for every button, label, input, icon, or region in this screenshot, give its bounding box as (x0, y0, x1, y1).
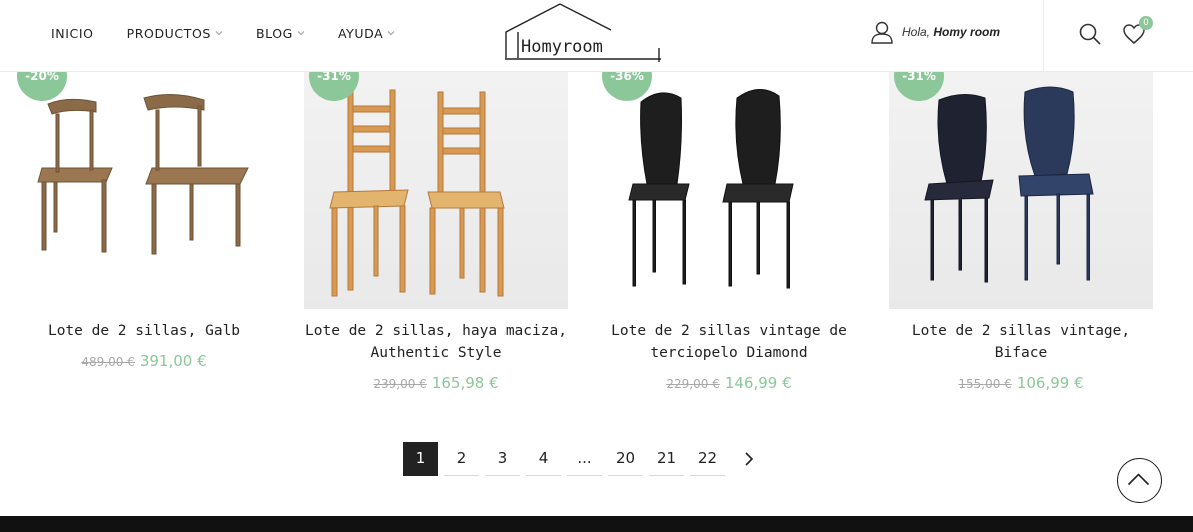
page-link[interactable]: 4 (526, 442, 561, 476)
nav-item-ayuda[interactable]: AYUDA (338, 26, 395, 41)
biface-chairs-image (924, 86, 1094, 283)
product-image[interactable] (12, 72, 276, 309)
product-image[interactable] (889, 72, 1153, 309)
product-image[interactable] (304, 72, 568, 309)
nav-label: BLOG (255, 25, 293, 41)
chevron-down-icon (387, 31, 395, 36)
page-link[interactable]: 21 (649, 442, 684, 476)
next-page-button[interactable] (731, 442, 766, 476)
old-price: 489,00 € (81, 355, 135, 369)
product-name[interactable]: Lote de 2 sillas vintage, Biface (889, 320, 1153, 364)
page-link[interactable]: 2 (444, 442, 479, 476)
site-header: INICIO PRODUCTOS BLOG AYUDA Homyroom Hol… (0, 0, 1193, 72)
sale-price: 106,99 € (1016, 374, 1084, 392)
scroll-to-top-button[interactable] (1117, 458, 1162, 503)
product-name[interactable]: Lote de 2 sillas vintage de terciopelo D… (597, 320, 861, 364)
search-icon[interactable] (1078, 22, 1102, 46)
old-price: 239,00 € (373, 377, 427, 391)
logo-text: Homyroom (521, 37, 603, 57)
chevron-up-icon (1127, 473, 1150, 486)
greeting-name: Homy room (933, 25, 1001, 39)
nav-item-productos[interactable]: PRODUCTOS (127, 26, 223, 41)
greeting-prefix: Hola, (902, 25, 934, 39)
wishlist-count-badge: 0 (1139, 16, 1153, 30)
product-price: 155,00 € 106,99 € (889, 373, 1153, 392)
page-link-current[interactable]: 1 (403, 442, 438, 476)
wooden-chairs-image (37, 94, 249, 255)
main-nav: INICIO PRODUCTOS BLOG AYUDA (51, 0, 428, 66)
product-image[interactable] (597, 72, 861, 309)
page-link[interactable]: 3 (485, 442, 520, 476)
chevron-right-icon (744, 452, 753, 466)
site-footer (0, 516, 1193, 532)
velvet-chairs-image (628, 89, 794, 289)
sale-price: 391,00 € (139, 352, 207, 370)
user-greeting: Hola, Homy room (902, 25, 1000, 39)
header-divider (1043, 0, 1044, 72)
nav-item-inicio[interactable]: INICIO (51, 26, 94, 41)
sale-price: 165,98 € (431, 374, 499, 392)
pagination: 1 2 3 4 ... 20 21 22 (403, 442, 766, 476)
old-price: 229,00 € (666, 377, 720, 391)
page-link[interactable]: 22 (690, 442, 725, 476)
product-name[interactable]: Lote de 2 sillas, haya maciza, Authentic… (304, 320, 568, 364)
chevron-down-icon (297, 31, 305, 36)
nav-label: INICIO (51, 25, 94, 41)
chevron-down-icon (215, 31, 223, 36)
user-icon (871, 21, 893, 44)
nav-label: PRODUCTOS (126, 25, 211, 41)
nav-item-blog[interactable]: BLOG (256, 26, 305, 41)
nav-label: AYUDA (337, 25, 384, 41)
product-name[interactable]: Lote de 2 sillas, Galb (12, 320, 276, 342)
page-link[interactable]: 20 (608, 442, 643, 476)
old-price: 155,00 € (958, 377, 1012, 391)
page-ellipsis: ... (567, 442, 602, 476)
homyroom-logo[interactable]: Homyroom (505, 2, 661, 64)
product-price: 239,00 € 165,98 € (304, 373, 568, 392)
sale-price: 146,99 € (724, 374, 792, 392)
product-price: 489,00 € 391,00 € (12, 351, 276, 370)
user-account[interactable]: Hola, Homy room (871, 20, 1000, 44)
product-price: 229,00 € 146,99 € (597, 373, 861, 392)
beech-chairs-image (329, 89, 505, 297)
